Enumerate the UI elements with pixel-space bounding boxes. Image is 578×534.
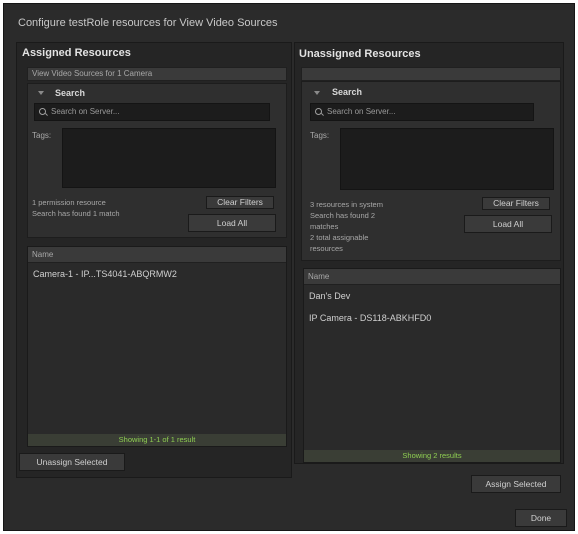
assigned-tags-field[interactable]: [62, 128, 276, 188]
assigned-clear-filters-button[interactable]: Clear Filters: [206, 196, 274, 209]
info-line: Search has found 2: [310, 211, 376, 220]
unassigned-tags-field[interactable]: [340, 128, 554, 190]
assigned-load-all-button[interactable]: Load All: [188, 214, 276, 232]
unassigned-column-name[interactable]: Name: [304, 269, 560, 285]
unassigned-tags-label: Tags:: [310, 131, 330, 140]
assigned-status-bar: Showing 1-1 of 1 result: [28, 434, 286, 446]
unassigned-resources-heading: Unassigned Resources: [299, 48, 421, 60]
unassigned-search-input[interactable]: Search on Server...: [310, 103, 534, 121]
assigned-search-placeholder: Search on Server...: [51, 107, 120, 116]
unassigned-clear-filters-button[interactable]: Clear Filters: [482, 197, 550, 210]
collapse-triangle-icon[interactable]: [38, 91, 44, 95]
assigned-resources-panel: Assigned Resources View Video Sources fo…: [16, 42, 292, 478]
assigned-search-label: Search: [55, 88, 86, 98]
assigned-search-box: Search Search on Server... Tags: 1 permi…: [27, 83, 287, 238]
search-icon: [39, 108, 46, 115]
done-button[interactable]: Done: [515, 509, 567, 527]
configure-resources-dialog: Configure testRole resources for View Vi…: [3, 3, 575, 531]
unassigned-search-info: 3 resources in system Search has found 2…: [310, 199, 383, 254]
assigned-search-info: 1 permission resource Search has found 1…: [32, 197, 120, 219]
unassigned-resource-list: Name Dan's Dev IP Camera - DS118-ABKHFD0…: [303, 268, 561, 463]
collapse-triangle-icon[interactable]: [314, 91, 320, 95]
search-icon: [315, 108, 322, 115]
info-line: matches: [310, 222, 339, 231]
assigned-tags-label: Tags:: [32, 131, 52, 140]
assigned-resources-heading: Assigned Resources: [22, 47, 131, 59]
unassigned-subheader: [301, 67, 561, 81]
assigned-column-name[interactable]: Name: [28, 247, 286, 263]
unassigned-status-bar: Showing 2 results: [304, 450, 560, 462]
unassigned-search-box: Search Search on Server... Tags: 3 resou…: [301, 81, 561, 261]
info-line: 3 resources in system: [310, 200, 383, 209]
assigned-resource-list: Name Camera-1 - IP...TS4041-ABQRMW2 Show…: [27, 246, 287, 447]
unassigned-search-label: Search: [332, 87, 363, 97]
list-item[interactable]: Camera-1 - IP...TS4041-ABQRMW2: [33, 269, 177, 279]
assigned-search-input[interactable]: Search on Server...: [34, 103, 270, 121]
unassigned-search-placeholder: Search on Server...: [327, 107, 396, 116]
info-line: Search has found 1 match: [32, 209, 120, 218]
unassigned-resources-panel: Unassigned Resources Search Search on Se…: [294, 42, 564, 464]
info-line: 2 total assignable: [310, 233, 369, 242]
info-line: resources: [310, 244, 343, 253]
dialog-title: Configure testRole resources for View Vi…: [18, 17, 278, 29]
assigned-subheader: View Video Sources for 1 Camera: [27, 67, 287, 81]
assign-selected-button[interactable]: Assign Selected: [471, 475, 561, 493]
info-line: 1 permission resource: [32, 198, 106, 207]
unassign-selected-button[interactable]: Unassign Selected: [19, 453, 125, 471]
unassigned-load-all-button[interactable]: Load All: [464, 215, 552, 233]
list-item[interactable]: Dan's Dev: [309, 291, 350, 301]
list-item[interactable]: IP Camera - DS118-ABKHFD0: [309, 313, 431, 323]
